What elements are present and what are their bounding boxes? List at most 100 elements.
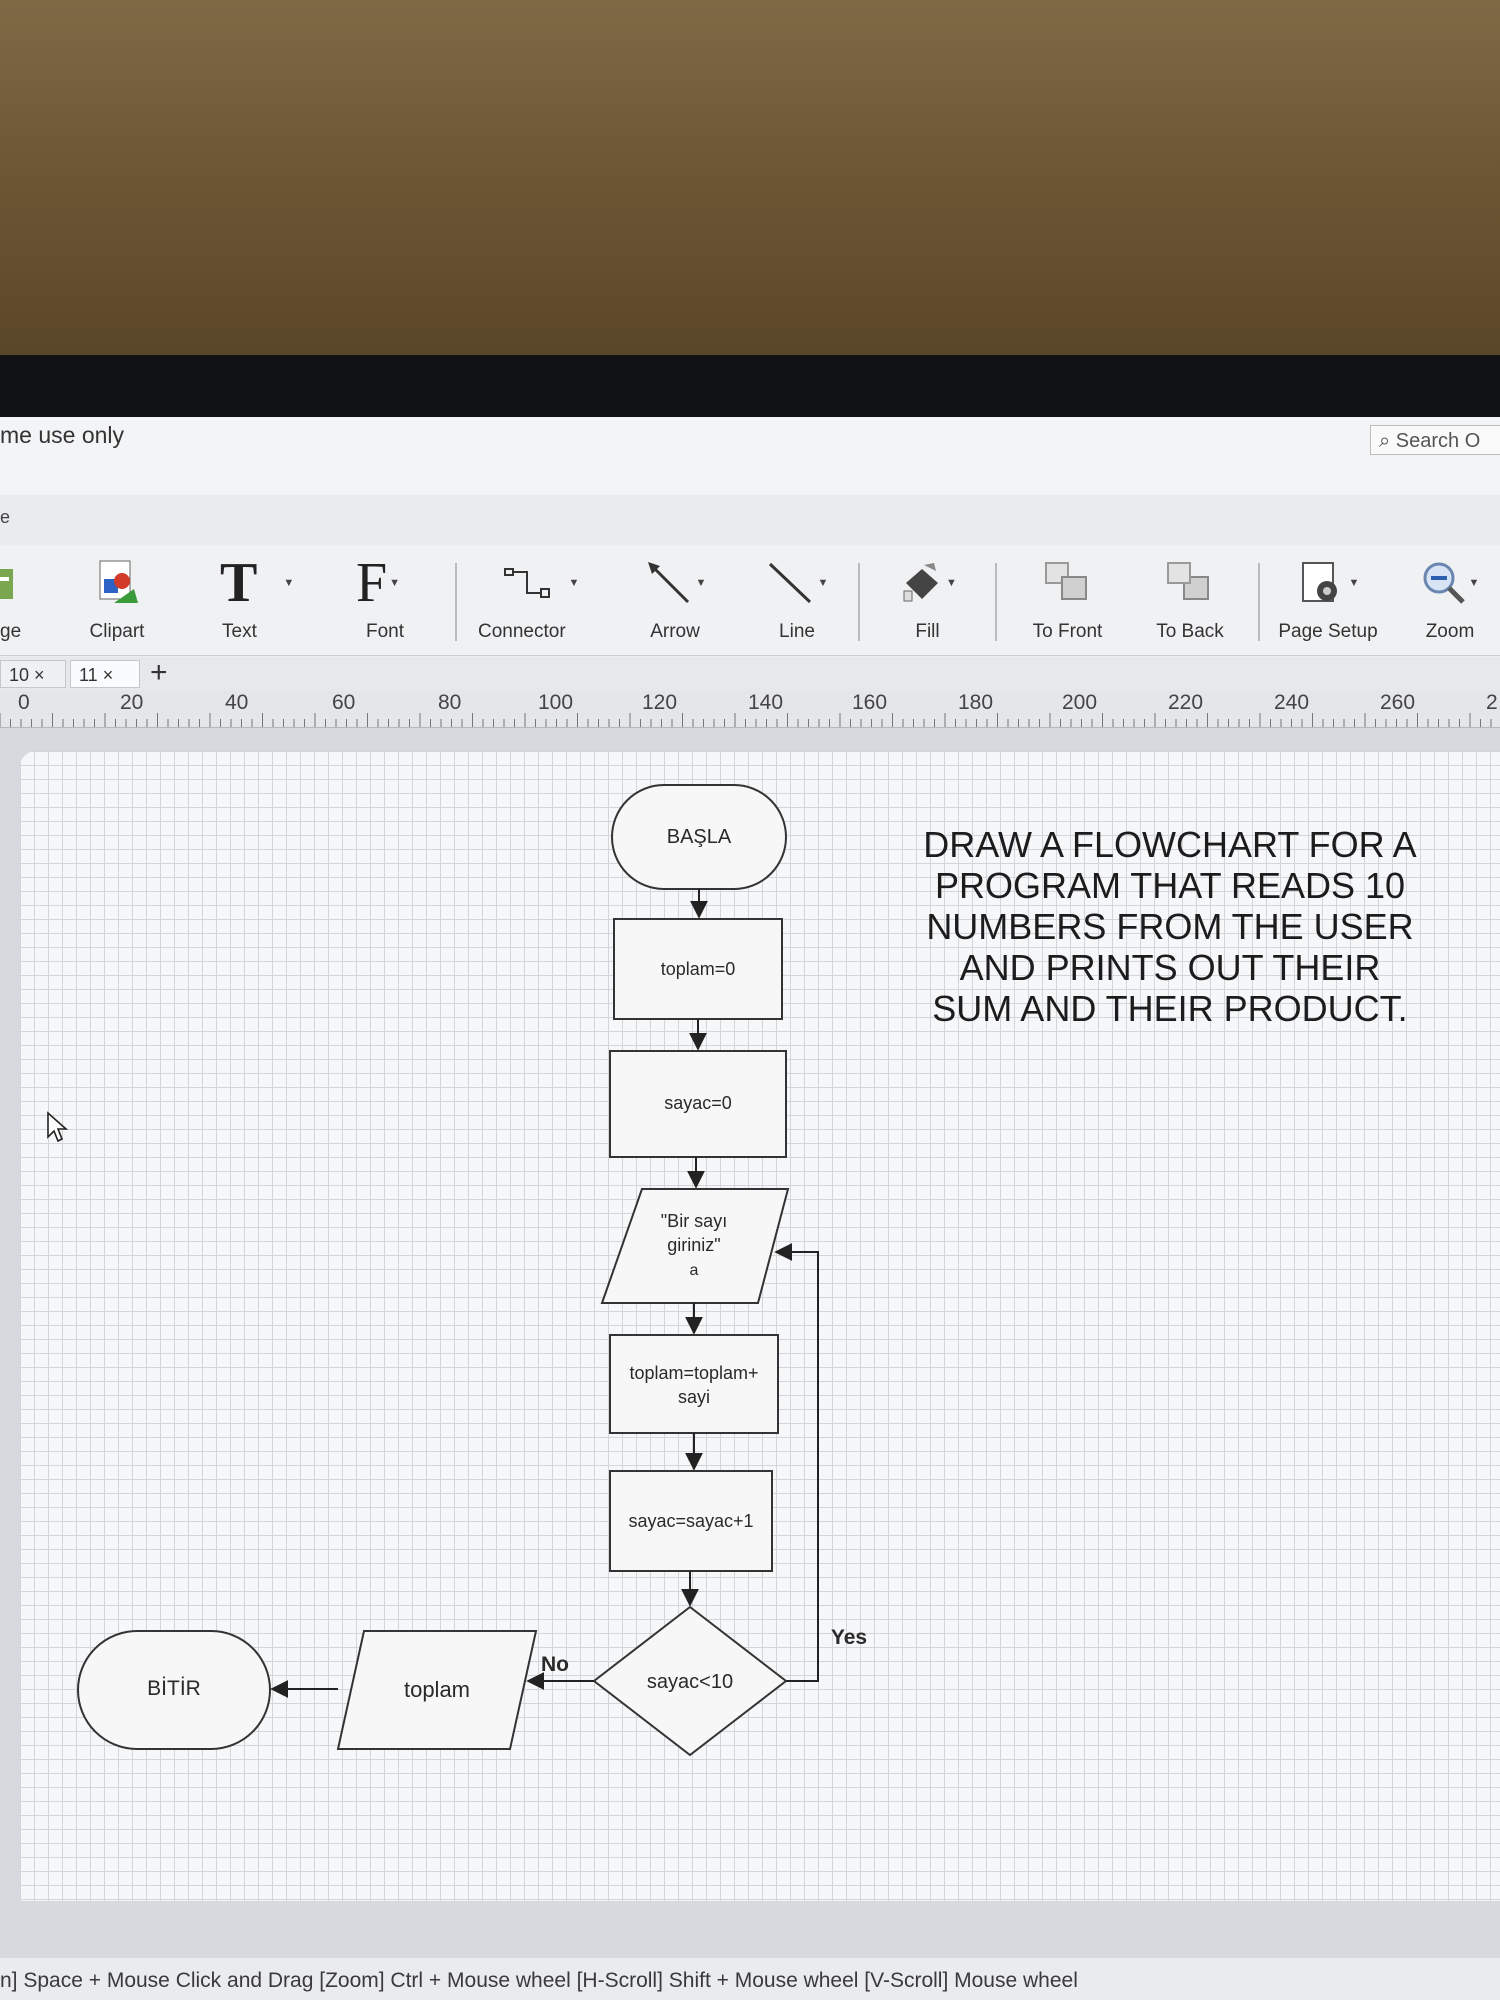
tab-11[interactable]: 11 × <box>70 660 140 688</box>
ruler-label: 180 <box>958 691 994 714</box>
init-sum-text: toplam=0 <box>661 959 736 979</box>
ruler-label: 2 <box>1486 691 1498 714</box>
ribbon-toolbar: ge Clipart T ▼ Text F ▼ Font ▼ Connector ▼… <box>0 545 1500 656</box>
zoom-label: Zoom <box>1425 621 1475 642</box>
chevron-down-icon: ▼ <box>946 577 957 589</box>
image-label: ge <box>0 621 22 642</box>
ribbon-separator <box>995 563 997 641</box>
ribbon-separator <box>455 563 457 641</box>
image-icon <box>0 569 13 599</box>
ruler-label: 140 <box>748 691 784 714</box>
ribbon-separator <box>858 563 860 641</box>
tab-label: 11 <box>79 665 98 685</box>
document-tabs: 10 × 11 × + <box>0 657 1500 691</box>
chevron-down-icon: ▼ <box>695 577 707 589</box>
ruler-label: 200 <box>1062 691 1098 714</box>
page-setup-button[interactable]: ▼ Page Setup <box>1268 545 1388 655</box>
chevron-down-icon: ▼ <box>283 577 295 589</box>
sum-text-line1: toplam=toplam+ <box>629 1363 758 1383</box>
drawing-canvas[interactable]: BAŞLA toplam=0 sayac=0 "Bir sayı giriniz… <box>20 751 1500 1901</box>
connector-icon <box>503 568 550 598</box>
fill-label: Fill <box>915 621 940 642</box>
title-bar: me use only ⌕ Search O <box>0 417 1500 495</box>
tab-10[interactable]: 10 × <box>0 660 66 688</box>
ruler-label: 80 <box>438 691 462 714</box>
tab-label: 10 <box>9 665 30 685</box>
input-text-line3: a <box>690 1262 699 1279</box>
chevron-down-icon: ▼ <box>389 577 401 589</box>
chevron-down-icon: ▼ <box>817 577 829 589</box>
monitor-bezel <box>0 355 1500 417</box>
ruler-label: 0 <box>18 691 30 714</box>
clipart-button[interactable]: Clipart <box>72 545 162 655</box>
font-button[interactable]: F ▼ Font <box>340 545 430 655</box>
ruler-label: 260 <box>1380 691 1416 714</box>
line-button[interactable]: ▼ Line <box>742 545 852 655</box>
ruler-label: 240 <box>1274 691 1310 714</box>
input-text-line1: "Bir sayı <box>661 1211 727 1231</box>
to-front-icon <box>1044 562 1087 600</box>
window-title: me use only <box>0 422 125 448</box>
sum-text-line2: sayi <box>678 1387 710 1407</box>
arrow-icon <box>647 562 689 604</box>
ruler-label: 20 <box>120 691 144 714</box>
chevron-down-icon: ▼ <box>1468 577 1480 589</box>
ruler-label: 100 <box>538 691 574 714</box>
ruler-label: 40 <box>225 691 249 714</box>
app-screen: me use only ⌕ Search O e ge Clipart T ▼ T… <box>0 417 1500 2000</box>
search-box[interactable]: ⌕ Search O <box>1370 425 1500 455</box>
arrow-label: Arrow <box>650 621 700 642</box>
font-icon: F <box>356 552 388 614</box>
zoom-button[interactable]: ▼ Zoom <box>1400 545 1500 655</box>
menu-item-partial[interactable]: e <box>0 507 10 528</box>
ruler-label: 160 <box>852 691 888 714</box>
horizontal-ruler: 0 20 40 60 80 100 120 140 160 180 200 22… <box>0 691 1500 728</box>
ruler-label: 220 <box>1168 691 1204 714</box>
fill-button[interactable]: ▼ Fill <box>875 545 980 655</box>
decision-text: sayac<10 <box>647 1671 733 1693</box>
line-icon <box>768 562 811 604</box>
init-counter-text: sayac=0 <box>664 1093 732 1113</box>
to-back-icon <box>1167 562 1209 600</box>
prompt-line: SUM AND THEIR PRODUCT. <box>932 988 1408 1029</box>
menu-bar <box>0 495 1500 545</box>
page-setup-icon <box>1301 562 1337 602</box>
text-button[interactable]: T ▼ Text <box>200 545 294 655</box>
add-tab-button[interactable]: + <box>150 657 168 689</box>
mouse-cursor-icon <box>47 1111 69 1143</box>
ribbon-separator <box>1258 563 1260 641</box>
chevron-down-icon: ▼ <box>1348 577 1360 589</box>
to-back-button[interactable]: To Back <box>1135 545 1245 655</box>
search-placeholder: Search O <box>1395 430 1481 452</box>
connector-button[interactable]: ▼ Connector <box>470 545 610 655</box>
to-front-button[interactable]: To Front <box>1010 545 1125 655</box>
drawing-workarea: BAŞLA toplam=0 sayac=0 "Bir sayı giriniz… <box>0 728 1500 1958</box>
sum-process[interactable] <box>609 1334 779 1434</box>
page-setup-label: Page Setup <box>1278 621 1378 642</box>
status-hint-text: n] Space + Mouse Click and Drag [Zoom] C… <box>0 1969 1078 1992</box>
close-icon[interactable]: × <box>103 665 114 685</box>
prompt-line: PROGRAM THAT READS 10 <box>934 865 1406 906</box>
arrow-button[interactable]: ▼ Arrow <box>620 545 730 655</box>
clipart-label: Clipart <box>89 621 145 642</box>
search-icon: ⌕ <box>1379 430 1391 452</box>
fill-bucket-icon <box>903 563 939 602</box>
image-button[interactable]: ge <box>0 545 30 655</box>
clipart-icon <box>99 560 138 603</box>
status-bar: n] Space + Mouse Click and Drag [Zoom] C… <box>0 1958 1500 2000</box>
ruler-label: 120 <box>642 691 678 714</box>
increment-text: sayac=sayac+1 <box>628 1511 753 1531</box>
font-label: Font <box>366 621 405 642</box>
prompt-line: NUMBERS FROM THE USER <box>926 906 1414 947</box>
zoom-icon <box>1423 562 1465 604</box>
text-icon: T <box>220 552 258 614</box>
close-icon[interactable]: × <box>34 665 45 685</box>
input-text-line2: giriniz" <box>667 1235 720 1255</box>
end-text: BİTİR <box>147 1677 201 1700</box>
task-prompt-text[interactable]: DRAW A FLOWCHART FOR A PROGRAM THAT READ… <box>890 824 1450 1029</box>
to-back-label: To Back <box>1156 621 1224 642</box>
yes-label: Yes <box>831 1626 867 1649</box>
line-label: Line <box>779 621 815 642</box>
ruler-label: 60 <box>332 691 356 714</box>
to-front-label: To Front <box>1032 621 1103 642</box>
